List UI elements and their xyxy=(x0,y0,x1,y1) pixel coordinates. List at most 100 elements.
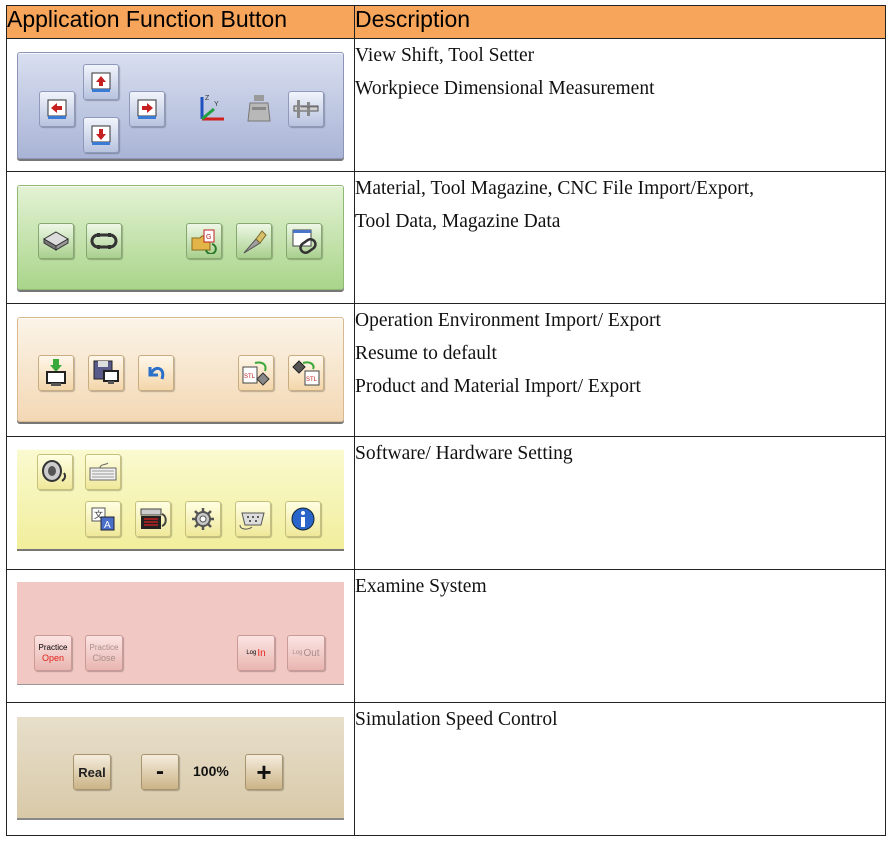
arrow-left-icon xyxy=(47,99,67,119)
tool-setter-button[interactable] xyxy=(242,91,276,125)
svg-text:STL: STL xyxy=(306,377,318,383)
svg-text:G: G xyxy=(206,234,211,241)
speed-cell: Real - 100% + xyxy=(6,702,355,836)
product-export-button[interactable]: STL xyxy=(288,355,324,391)
cnc-file-button[interactable]: G xyxy=(186,223,222,259)
environment-description: Operation Environment Import/ Export Res… xyxy=(354,303,886,437)
xyz-axis-icon: ZY xyxy=(200,95,224,121)
log-in-button[interactable]: Log In xyxy=(237,635,275,671)
description-line: Examine System xyxy=(355,576,487,597)
view-shift-description: View Shift, Tool Setter Workpiece Dimens… xyxy=(354,38,886,172)
parameter-settings-button[interactable] xyxy=(185,501,221,537)
material-panel: G xyxy=(17,185,344,290)
translate-icon: 文A xyxy=(91,507,115,531)
environment-export-button[interactable] xyxy=(88,355,124,391)
info-icon xyxy=(291,507,315,531)
view-shift-cell: ZY xyxy=(6,38,355,172)
log-out-button[interactable]: Log Out xyxy=(287,635,325,671)
description-line: Workpiece Dimensional Measurement xyxy=(355,78,655,99)
description-line: Operation Environment Import/ Export xyxy=(355,310,661,331)
practice-open-state: Open xyxy=(41,653,65,663)
practice-close-state: Close xyxy=(92,653,116,663)
practice-open-button[interactable]: Practice Open xyxy=(34,635,72,671)
settings-panel: 文A xyxy=(17,449,344,549)
controller-button[interactable] xyxy=(135,501,171,537)
description-line: Simulation Speed Control xyxy=(355,709,558,730)
tool-magazine-icon xyxy=(90,233,118,249)
serial-port-icon xyxy=(239,512,265,530)
controller-panel-icon xyxy=(140,508,167,529)
shift-left-button[interactable] xyxy=(39,91,75,127)
product-import-button[interactable]: STL xyxy=(238,355,274,391)
environment-cell: STL STL xyxy=(6,303,355,437)
real-speed-button[interactable]: Real xyxy=(73,754,111,790)
tool-setter-icon xyxy=(247,95,271,122)
tool-data-button[interactable] xyxy=(236,223,272,259)
coordinate-axis-button[interactable]: ZY xyxy=(194,91,228,125)
svg-text:Z: Z xyxy=(205,95,210,102)
speaker-icon xyxy=(42,460,67,482)
undo-arrow-icon xyxy=(148,366,165,380)
keyboard-icon xyxy=(89,462,117,481)
log-out-prefix: Log xyxy=(292,650,303,656)
stl-export-icon: STL xyxy=(292,360,320,386)
material-description: Material, Tool Magazine, CNC File Import… xyxy=(354,171,886,304)
magazine-data-icon xyxy=(292,229,317,254)
header-description: Description xyxy=(354,5,886,39)
description-line: Product and Material Import/ Export xyxy=(355,376,641,397)
description-line: View Shift, Tool Setter xyxy=(355,45,535,66)
arrow-up-icon xyxy=(91,72,111,92)
description-line: Tool Data, Magazine Data xyxy=(355,211,561,232)
language-button[interactable]: 文A xyxy=(85,501,121,537)
caliper-icon xyxy=(293,100,319,118)
shift-down-button[interactable] xyxy=(83,117,119,153)
stl-import-icon: STL xyxy=(242,361,270,386)
tool-magazine-button[interactable] xyxy=(86,223,122,259)
save-floppy-icon xyxy=(93,360,119,384)
description-line: Resume to default xyxy=(355,343,497,364)
log-in-prefix: Log xyxy=(246,650,257,656)
caliper-button[interactable] xyxy=(288,91,324,127)
keyboard-button[interactable] xyxy=(85,454,121,490)
description-line: Material, Tool Magazine, CNC File Import… xyxy=(355,178,755,199)
examine-cell: Practice Open Practice Close Log In Log … xyxy=(6,569,355,703)
environment-panel: STL STL xyxy=(17,317,344,422)
practice-open-label: Practice xyxy=(38,643,68,652)
shift-up-button[interactable] xyxy=(83,64,119,100)
svg-text:Y: Y xyxy=(214,101,219,108)
practice-close-button[interactable]: Practice Close xyxy=(85,635,123,671)
resume-default-button[interactable] xyxy=(138,355,174,391)
material-block-icon xyxy=(43,231,69,251)
speed-panel: Real - 100% + xyxy=(17,717,344,818)
speed-decrease-button[interactable]: - xyxy=(141,754,179,790)
description-line: Software/ Hardware Setting xyxy=(355,443,573,464)
tool-data-icon xyxy=(243,230,267,254)
magazine-data-button[interactable] xyxy=(286,223,322,259)
arrow-right-icon xyxy=(137,99,157,119)
speed-value: 100% xyxy=(193,763,229,779)
settings-cell: 文A xyxy=(6,436,355,570)
arrow-down-icon xyxy=(91,125,111,145)
material-button[interactable] xyxy=(38,223,74,259)
settings-description: Software/ Hardware Setting xyxy=(354,436,886,570)
log-out-label: Out xyxy=(303,647,320,659)
sound-button[interactable] xyxy=(37,454,73,490)
examine-panel: Practice Open Practice Close Log In Log … xyxy=(17,582,344,684)
material-cell: G xyxy=(6,171,355,304)
svg-text:STL: STL xyxy=(244,374,256,380)
about-button[interactable] xyxy=(285,501,321,537)
view-shift-panel: ZY xyxy=(17,52,344,159)
gear-icon xyxy=(192,508,214,530)
svg-text:A: A xyxy=(104,520,111,531)
function-table: Application Function Button Description xyxy=(6,5,886,836)
environment-import-button[interactable] xyxy=(38,355,74,391)
examine-description: Examine System xyxy=(354,569,886,703)
log-in-label: In xyxy=(257,647,266,659)
cnc-file-icon: G xyxy=(191,229,217,254)
shift-right-button[interactable] xyxy=(129,91,165,127)
serial-port-button[interactable] xyxy=(235,501,271,537)
speed-increase-button[interactable]: + xyxy=(245,754,283,790)
speed-description: Simulation Speed Control xyxy=(354,702,886,836)
header-function-button: Application Function Button xyxy=(6,5,355,39)
import-monitor-icon xyxy=(46,359,66,386)
